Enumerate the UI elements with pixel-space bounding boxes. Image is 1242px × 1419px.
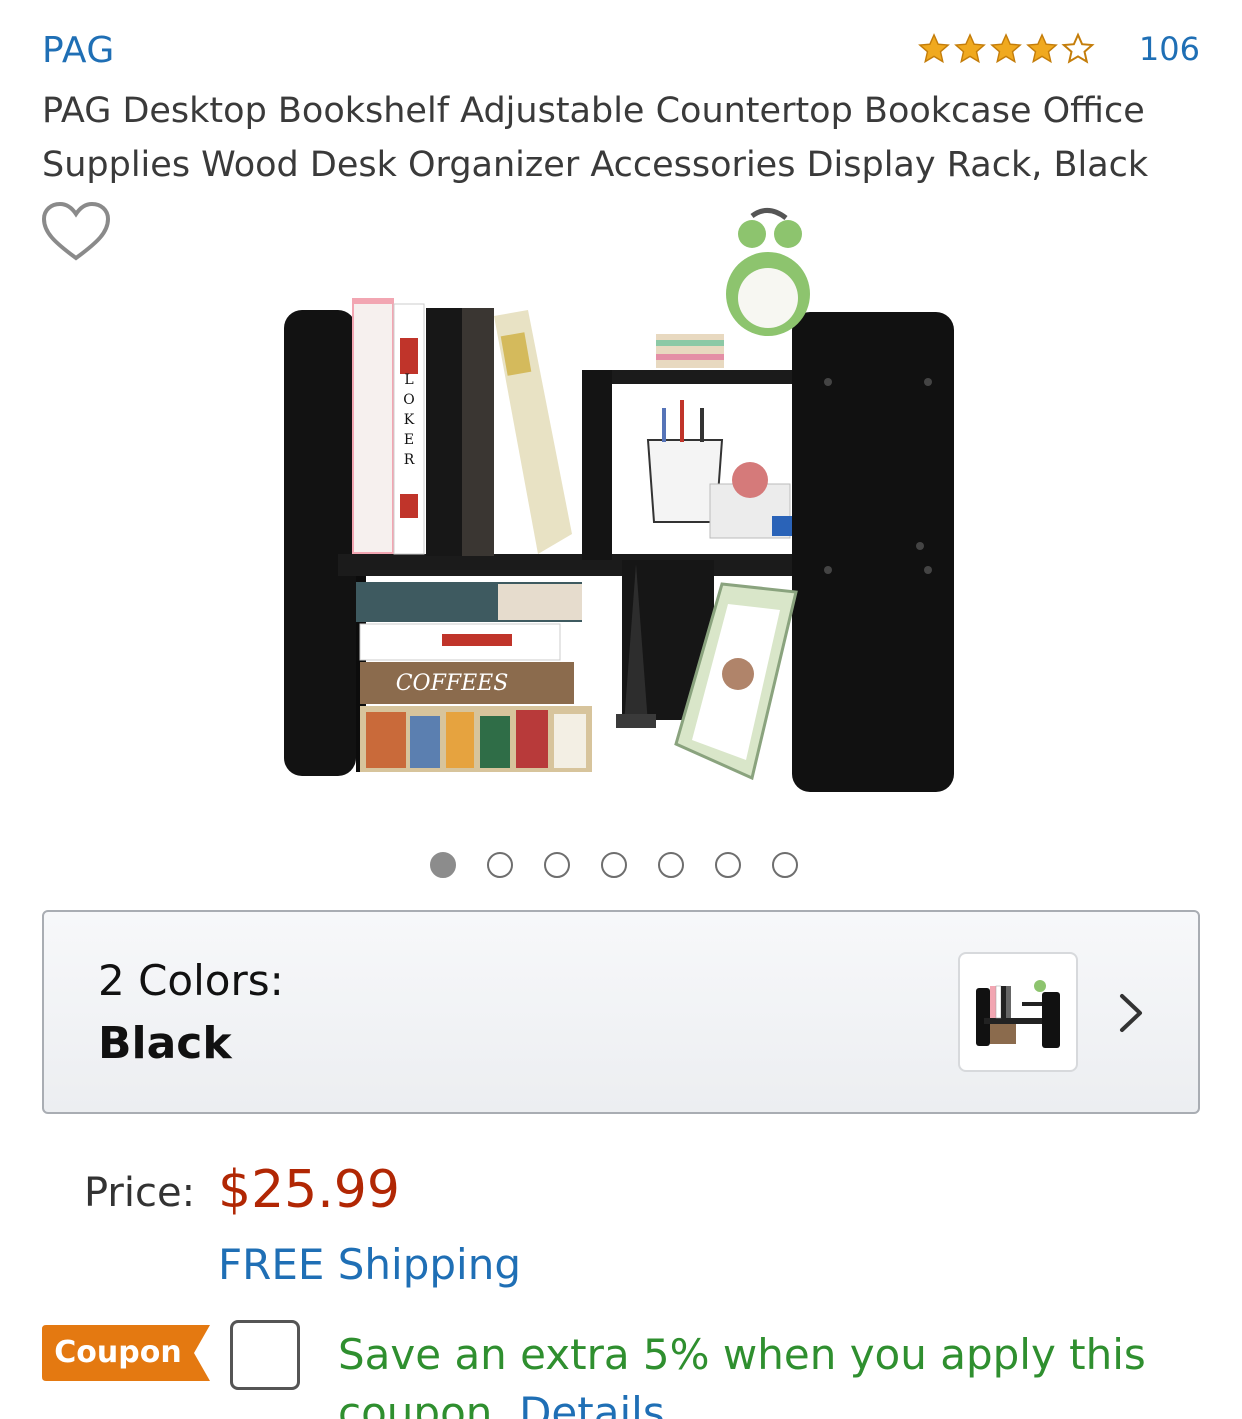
selected-color: Black <box>98 1018 232 1069</box>
image-carousel-indicators[interactable] <box>0 852 1242 878</box>
coupon-message: Save an extra 5% when you apply this cou… <box>338 1326 1198 1419</box>
svg-text:R: R <box>404 452 415 468</box>
coupon-details-link[interactable]: Details <box>519 1388 665 1419</box>
svg-text:O: O <box>403 392 414 408</box>
star-icon <box>990 33 1022 64</box>
coupon-badge: Coupon <box>42 1325 212 1381</box>
brand-link[interactable]: PAG <box>42 30 115 71</box>
free-shipping-link[interactable]: FREE Shipping <box>218 1240 521 1289</box>
swatch-image <box>976 980 1060 1048</box>
svg-text:COFFEES: COFFEES <box>396 671 509 696</box>
review-count[interactable]: 106 <box>1139 30 1200 68</box>
chevron-right-icon[interactable] <box>1114 990 1150 1036</box>
price-label: Price: <box>84 1170 196 1216</box>
color-swatch-thumbnail[interactable] <box>958 952 1078 1072</box>
product-image[interactable]: L O K E R COFFEES <box>276 204 956 800</box>
product-title: PAG Desktop Bookshelf Adjustable Counter… <box>42 91 1149 185</box>
coupon-message-text: Save an extra 5% when you apply this cou… <box>338 1330 1146 1419</box>
variant-count-label: 2 Colors: <box>98 956 284 1005</box>
star-rating[interactable] <box>917 32 1095 66</box>
carousel-dot[interactable] <box>601 852 627 878</box>
svg-text:K: K <box>404 412 415 428</box>
heart-outline-icon[interactable] <box>40 200 112 264</box>
carousel-dot[interactable] <box>715 852 741 878</box>
rating[interactable]: 106 <box>917 30 1200 68</box>
carousel-dot[interactable] <box>658 852 684 878</box>
star-icon <box>1026 33 1058 64</box>
carousel-dot[interactable] <box>772 852 798 878</box>
color-variant-selector[interactable]: 2 Colors: Black <box>42 910 1200 1114</box>
star-empty-icon <box>1061 32 1095 64</box>
bookshelf-illustration: L O K E R COFFEES <box>284 208 954 792</box>
product-page: PAG 106 PAG Desktop Bookshelf Adjustable… <box>0 0 1242 1419</box>
svg-text:E: E <box>404 432 414 448</box>
carousel-dot[interactable] <box>430 852 456 878</box>
star-icon <box>918 33 950 64</box>
carousel-dot[interactable] <box>544 852 570 878</box>
coupon-checkbox[interactable] <box>230 1320 300 1390</box>
star-icon <box>954 33 986 64</box>
carousel-dot[interactable] <box>487 852 513 878</box>
svg-text:L: L <box>404 372 413 388</box>
coupon-badge-label: Coupon <box>54 1335 182 1370</box>
price-value: $25.99 <box>218 1160 400 1220</box>
